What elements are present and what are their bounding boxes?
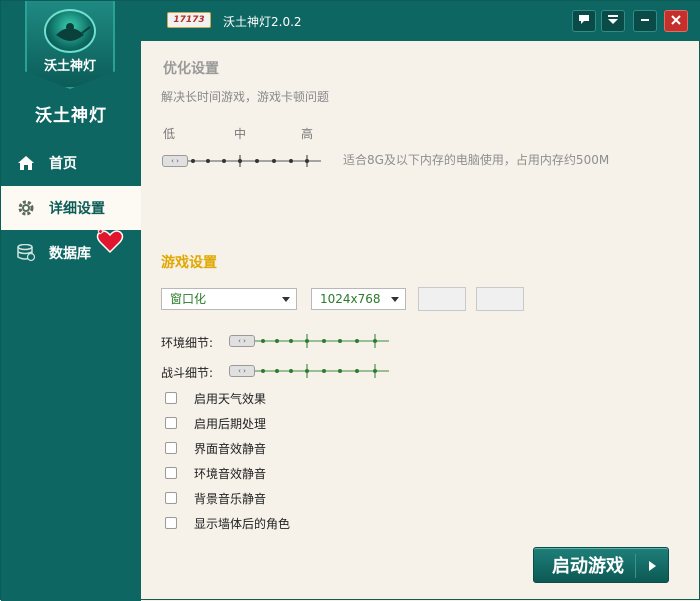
nav-item-label: 详细设置 bbox=[49, 201, 105, 217]
close-button[interactable] bbox=[664, 10, 688, 32]
menu-button[interactable] bbox=[601, 10, 625, 32]
window-title: 沃土神灯2.0.2 bbox=[223, 15, 302, 29]
close-icon bbox=[671, 14, 681, 28]
feedback-button[interactable] bbox=[572, 10, 596, 32]
checkbox-post-processing[interactable]: 启用后期处理 bbox=[165, 415, 266, 431]
checkbox[interactable] bbox=[165, 517, 177, 529]
checkbox[interactable] bbox=[165, 417, 177, 429]
optimize-description: 解决长时间游戏，游戏卡顿问题 bbox=[161, 90, 330, 104]
heart-icon bbox=[95, 227, 124, 254]
battle-detail-label: 战斗细节: bbox=[161, 366, 214, 380]
checkbox-label: 界面音效静音 bbox=[194, 441, 267, 456]
display-mode-select[interactable]: 窗口化 bbox=[161, 288, 297, 310]
chevron-down-icon bbox=[282, 297, 290, 302]
battle-slider-handle[interactable]: ‹ › bbox=[229, 365, 255, 377]
checkbox[interactable] bbox=[165, 492, 177, 504]
minimize-button[interactable] bbox=[633, 10, 657, 32]
checkbox-ambient-sound-mute[interactable]: 环境音效静音 bbox=[165, 465, 266, 481]
app-logo: 沃土神灯 bbox=[25, 1, 115, 89]
display-mode-value: 窗口化 bbox=[170, 292, 207, 306]
logo-text: 沃土神灯 bbox=[43, 59, 96, 74]
lamp-icon bbox=[44, 9, 96, 53]
optimize-note: 适合8G及以下内存的电脑使用，占用内存约500M bbox=[343, 153, 610, 167]
optimize-title: 优化设置 bbox=[163, 61, 219, 77]
level-mid-label: 中 bbox=[234, 127, 247, 141]
checkbox-weather-effect[interactable]: 启用天气效果 bbox=[165, 390, 266, 406]
env-detail-label: 环境细节: bbox=[161, 336, 214, 350]
chevron-down-icon bbox=[391, 297, 399, 302]
width-input[interactable] bbox=[418, 287, 466, 311]
nav-item-home[interactable]: 首页 bbox=[1, 141, 141, 185]
resolution-select[interactable]: 1024x768 bbox=[311, 288, 406, 310]
checkbox-show-behind-wall[interactable]: 显示墙体后的角色 bbox=[165, 515, 290, 531]
titlebar[interactable]: 17173 沃土神灯2.0.2 bbox=[141, 1, 700, 41]
level-low-label: 低 bbox=[163, 127, 176, 141]
nav-item-label: 首页 bbox=[49, 156, 77, 172]
nav-item-detail-settings[interactable]: 详细设置 bbox=[1, 186, 141, 230]
sidebar: 沃土神灯 沃土神灯 首页 详细设置 数据库 bbox=[1, 1, 141, 601]
button-divider bbox=[635, 554, 636, 578]
start-game-label: 启动游戏 bbox=[552, 556, 624, 577]
play-icon bbox=[649, 561, 656, 571]
app-title: 沃土神灯 bbox=[35, 106, 107, 126]
checkbox[interactable] bbox=[165, 442, 177, 454]
optimize-slider-handle[interactable]: ‹ › bbox=[162, 155, 188, 167]
database-icon bbox=[15, 242, 37, 264]
resolution-value: 1024x768 bbox=[320, 292, 381, 306]
chat-icon bbox=[578, 14, 590, 28]
game-settings-title: 游戏设置 bbox=[161, 255, 217, 271]
checkbox-label: 启用后期处理 bbox=[194, 416, 267, 431]
checkbox-label: 启用天气效果 bbox=[194, 391, 267, 406]
gear-icon bbox=[15, 197, 37, 219]
height-input[interactable] bbox=[476, 287, 524, 311]
minimize-icon bbox=[640, 14, 650, 28]
checkbox[interactable] bbox=[165, 467, 177, 479]
home-icon bbox=[15, 152, 37, 174]
checkbox-bgm-mute[interactable]: 背景音乐静音 bbox=[165, 490, 266, 506]
checkbox-ui-sound-mute[interactable]: 界面音效静音 bbox=[165, 440, 266, 456]
start-game-button[interactable]: 启动游戏 bbox=[533, 547, 669, 583]
level-high-label: 高 bbox=[301, 127, 314, 141]
checkbox-label: 显示墙体后的角色 bbox=[194, 516, 291, 531]
nav-item-label: 数据库 bbox=[49, 246, 91, 262]
env-slider-handle[interactable]: ‹ › bbox=[229, 335, 255, 347]
titlebar-logo: 17173 bbox=[167, 12, 211, 28]
dropdown-icon bbox=[607, 14, 619, 28]
checkbox-label: 背景音乐静音 bbox=[194, 491, 267, 506]
checkbox-label: 环境音效静音 bbox=[194, 466, 267, 481]
app-window: 沃土神灯 沃土神灯 首页 详细设置 数据库 17173 沃土神灯2.0.2 优化… bbox=[0, 0, 700, 601]
checkbox[interactable] bbox=[165, 392, 177, 404]
